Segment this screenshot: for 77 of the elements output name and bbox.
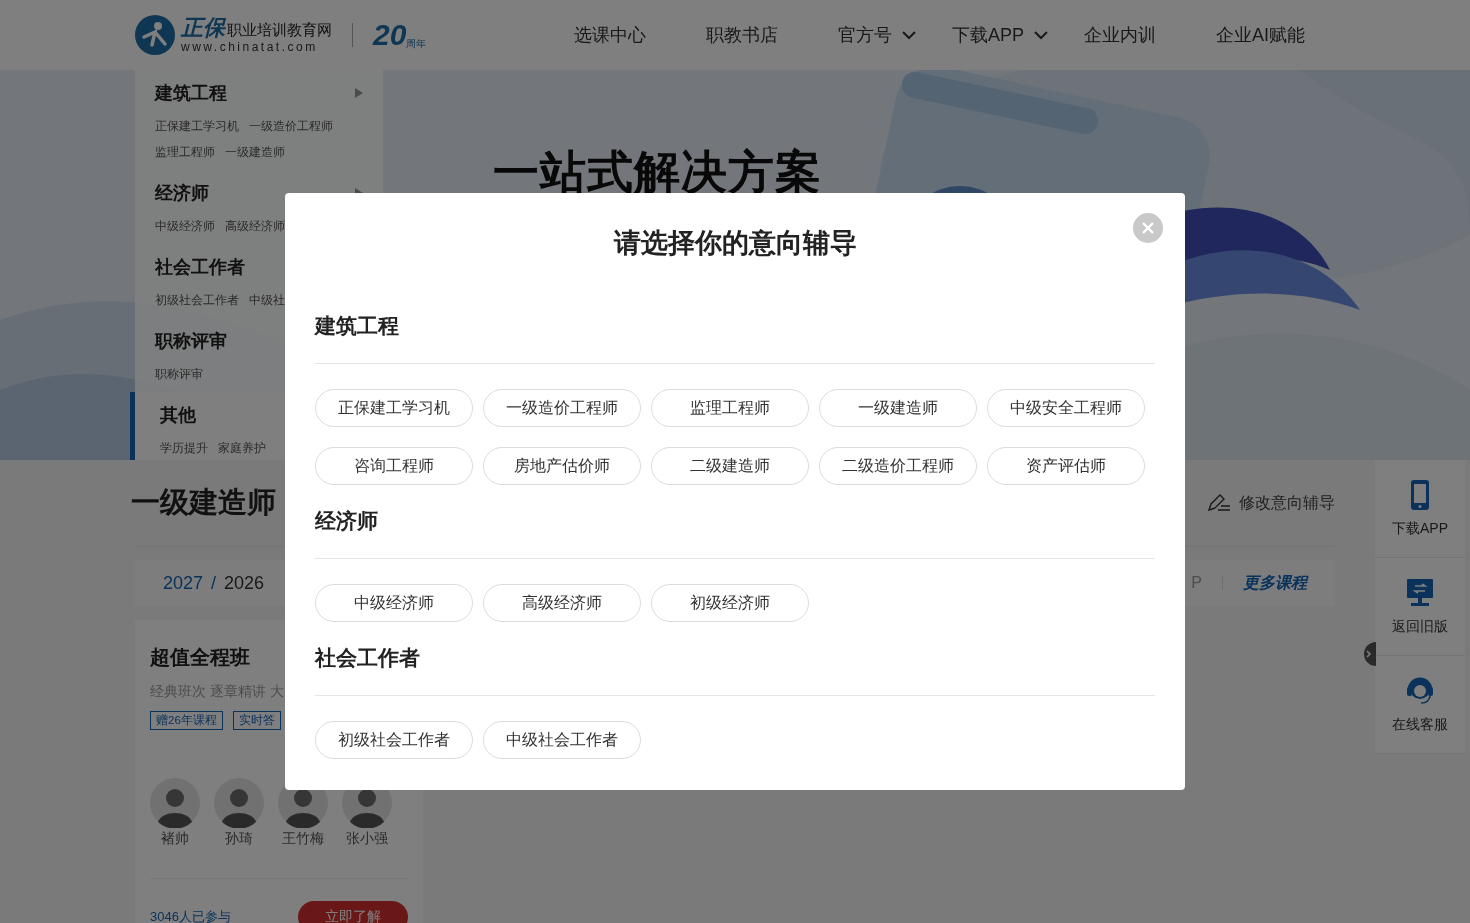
category-link[interactable]: 一级造价工程师 — [249, 113, 333, 139]
option-button[interactable]: 监理工程师 — [651, 389, 809, 427]
option-button[interactable]: 正保建工学习机 — [315, 389, 473, 427]
course-title: 超值全程班 — [150, 645, 250, 670]
option-button[interactable]: 二级造价工程师 — [819, 447, 977, 485]
close-button[interactable] — [1133, 213, 1163, 243]
teacher-name: 王竹梅 — [282, 830, 324, 848]
nav-link[interactable]: 企业内训 — [1084, 23, 1157, 47]
year-tab[interactable]: 2027 — [163, 572, 204, 594]
runner-logo-icon — [135, 15, 175, 55]
category-link[interactable]: 中级经济师 — [155, 213, 215, 239]
option-button[interactable]: 初级社会工作者 — [315, 721, 473, 759]
headset-icon — [1407, 675, 1433, 706]
anniversary-number: 20 — [373, 20, 407, 50]
chevron-down-icon — [902, 30, 916, 40]
category-title: 职称评审 — [155, 330, 227, 353]
category-link[interactable]: 中级社 — [249, 287, 285, 313]
option-button[interactable]: 一级造价工程师 — [483, 389, 641, 427]
nav-link[interactable]: 企业AI赋能 — [1216, 23, 1306, 47]
option-button[interactable]: 中级社会工作者 — [483, 721, 641, 759]
category-title: 建筑工程 — [155, 82, 227, 105]
category-link[interactable]: 初级社会工作者 — [155, 287, 239, 313]
site-url: www.chinatat.com — [181, 40, 319, 54]
category-title: 社会工作者 — [155, 256, 245, 279]
section-heading: 建筑工程 — [315, 313, 400, 339]
category-link[interactable]: 职称评审 — [155, 361, 203, 387]
category-link[interactable]: 高级经济师 — [225, 213, 285, 239]
category-link[interactable]: 监理工程师 — [155, 139, 215, 165]
category-link[interactable]: 正保建工学习机 — [155, 113, 239, 139]
monitor-icon — [1407, 577, 1433, 608]
option-button[interactable]: 高级经济师 — [483, 584, 641, 622]
nav-link[interactable]: 下载APP — [952, 23, 1049, 47]
anniversary-label: 周年 — [406, 38, 427, 50]
side-tool-button[interactable]: 返回旧版 — [1375, 558, 1465, 656]
section-heading: 社会工作者 — [315, 645, 421, 671]
nav-link[interactable]: 官方号 — [838, 23, 916, 47]
option-button[interactable]: 初级经济师 — [651, 584, 809, 622]
side-tool-button[interactable]: 在线客服 — [1375, 656, 1465, 754]
option-button[interactable]: 中级安全工程师 — [987, 389, 1145, 427]
site-name: 职业培训教育网 — [227, 20, 332, 40]
avatar — [150, 778, 200, 828]
pencil-list-icon — [1207, 494, 1231, 512]
page-title: 一级建造师 — [131, 485, 276, 520]
option-button[interactable]: 中级经济师 — [315, 584, 473, 622]
course-tag: 实时答 — [232, 711, 281, 730]
side-tool-button[interactable]: 下载APP — [1375, 460, 1465, 558]
close-icon — [1142, 222, 1154, 234]
chevron-down-icon — [1034, 30, 1049, 40]
nav-link[interactable]: 职教书店 — [706, 23, 778, 47]
category-link[interactable]: 学历提升 — [160, 435, 208, 460]
option-button[interactable]: 一级建造师 — [819, 389, 977, 427]
dialog-title: 请选择你的意向辅导 — [613, 227, 857, 259]
edit-link[interactable]: 修改意向辅导 — [1207, 492, 1335, 514]
category-item[interactable]: 建筑工程 正保建工学习机 一级造价工程师 监理工程师 一级建造师 — [130, 70, 383, 170]
teacher-name: 孙琦 — [225, 830, 253, 848]
participant-count: 3046人已参与 — [150, 908, 231, 923]
nav-link[interactable]: 选课中心 — [574, 23, 646, 47]
option-button[interactable]: 房地产估价师 — [483, 447, 641, 485]
category-link[interactable]: 家庭养护 — [218, 435, 266, 460]
option-button[interactable]: 二级建造师 — [651, 447, 809, 485]
learn-more-button[interactable]: 立即了解 — [298, 901, 408, 923]
avatar — [214, 778, 264, 828]
category-link[interactable]: 一级建造师 — [225, 139, 285, 165]
section-heading: 经济师 — [315, 508, 379, 534]
option-button[interactable]: 资产评估师 — [987, 447, 1145, 485]
teacher-name: 褚帅 — [161, 830, 189, 848]
more-courses-link[interactable]: 更多课程 — [1243, 572, 1307, 594]
triangle-right-icon — [355, 88, 363, 98]
banner-headline: 一站式解决方案 — [493, 145, 822, 200]
category-title: 经济师 — [155, 182, 209, 205]
course-tag: 赠26年课程 — [150, 711, 223, 730]
tab-separator: / — [211, 572, 217, 594]
option-button[interactable]: 咨询工程师 — [315, 447, 473, 485]
year-tab[interactable]: 2026 — [224, 572, 265, 594]
category-title: 其他 — [160, 404, 196, 427]
brand-name: 正保 — [181, 16, 225, 40]
teacher-name: 张小强 — [346, 830, 388, 848]
